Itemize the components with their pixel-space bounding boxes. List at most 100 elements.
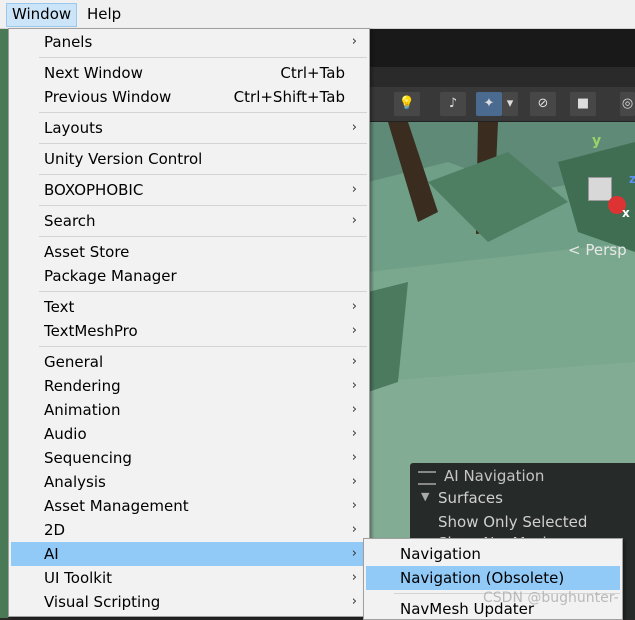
overlay-title: AI Navigation [444,467,545,485]
menu-item-label: Unity Version Control [44,150,203,168]
drag-handle-icon[interactable] [418,471,436,485]
menu-item-asset-store[interactable]: Asset Store [11,240,367,264]
menu-item-label: Panels [44,33,93,51]
menu-item-label: Layouts [44,119,103,137]
chevron-right-icon: › [351,120,357,135]
menu-item-label: BOXOPHOBIC [44,181,144,199]
menu-item-label: Asset Management [44,497,189,515]
menu-item-visual-scripting[interactable]: Visual Scripting › [11,590,367,614]
menu-item-label: Analysis [44,473,106,491]
menu-window[interactable]: Window [6,3,78,27]
menu-item-asset-management[interactable]: Asset Management › [11,494,367,518]
chevron-right-icon: › [351,546,357,561]
lighting-icon[interactable]: 💡 [394,92,420,116]
menu-item-label: 2D [44,521,66,539]
chevron-right-icon: › [351,299,357,314]
menu-item-label: Package Manager [44,267,177,285]
axis-x-label: x [622,206,630,220]
effects-icon[interactable]: ✦ [476,92,502,116]
menu-item-sequencing[interactable]: Sequencing › [11,446,367,470]
chevron-right-icon: › [351,522,357,537]
chevron-right-icon: › [351,570,357,585]
menu-item-label: Visual Scripting [44,593,161,611]
surfaces-label[interactable]: Surfaces [438,489,503,507]
submenu-item-label: Navigation (Obsolete) [400,569,565,587]
chevron-right-icon: › [351,182,357,197]
menu-item-shortcut: Ctrl+Shift+Tab [233,88,345,106]
menu-item-next-window[interactable]: Next Window Ctrl+Tab [11,61,367,85]
ai-submenu: Navigation Navigation (Obsolete) NavMesh U… [363,538,623,620]
submenu-item-navigation-obsolete[interactable]: Navigation (Obsolete) [366,566,620,590]
menu-item-label: Asset Store [44,243,130,261]
menu-item-boxophobic[interactable]: BOXOPHOBIC › [11,178,367,202]
collapse-icon[interactable]: ▼ [421,490,429,503]
chevron-right-icon: › [351,402,357,417]
menu-separator [39,291,367,292]
menu-item-label: Audio [44,425,87,443]
menu-item-text[interactable]: Text › [11,295,367,319]
menu-item-search[interactable]: Search › [11,209,367,233]
menu-item-package-manager[interactable]: Package Manager [11,264,367,288]
chevron-right-icon: › [351,378,357,393]
watermark: CSDN @bughunter- [483,590,619,606]
hidden-objects-icon[interactable]: ⊘ [530,92,556,116]
menu-item-rendering[interactable]: Rendering › [11,374,367,398]
persp-text: Persp [585,241,627,259]
chevron-right-icon: › [351,498,357,513]
menu-item-audio[interactable]: Audio › [11,422,367,446]
menu-item-textmeshpro[interactable]: TextMeshPro › [11,319,367,343]
menu-separator [39,205,367,206]
menu-item-analysis[interactable]: Analysis › [11,470,367,494]
chevron-down-icon[interactable]: ▾ [502,92,518,116]
axis-y-label: y [592,133,602,149]
window-menu: Panels › Next Window Ctrl+Tab Previous Windo… [8,28,370,617]
submenu-item-navigation[interactable]: Navigation [366,542,620,566]
menu-item-label: Next Window [44,64,143,82]
chevron-right-icon: › [351,34,357,49]
menu-bar: Window Help [0,0,635,29]
camera-icon[interactable]: ■ [570,92,596,116]
menu-separator [39,346,367,347]
chevron-right-icon: › [351,474,357,489]
left-panel-edge [0,29,8,618]
menu-item-layouts[interactable]: Layouts › [11,116,367,140]
menu-help[interactable]: Help [82,3,126,25]
menu-item-panels[interactable]: Panels › [11,30,367,54]
menu-item-label: Previous Window [44,88,172,106]
menu-item-2d[interactable]: 2D › [11,518,367,542]
menu-item-label: Sequencing [44,449,132,467]
menu-item-shortcut: Ctrl+Tab [280,64,345,82]
show-only-selected-toggle[interactable]: Show Only Selected [438,513,587,531]
menu-separator [39,143,367,144]
menu-separator [39,174,367,175]
chevron-right-icon: › [351,323,357,338]
menu-item-ai[interactable]: AI › [11,542,367,566]
menu-item-label: AI [44,545,59,563]
chevron-right-icon: › [351,426,357,441]
chevron-right-icon: › [351,213,357,228]
menu-item-label: UI Toolkit [44,569,113,587]
chevron-right-icon: › [351,450,357,465]
gizmos-icon[interactable]: ◎ [620,92,635,116]
menu-item-label: TextMeshPro [44,322,138,340]
menu-item-general[interactable]: General › [11,350,367,374]
perspective-label[interactable]: < Persp [568,241,627,259]
menu-item-label: Search [44,212,96,230]
scene-toolbar: 💡 ♪ ✦ ▾ ⊘ ■ ◎ [368,87,635,122]
audio-mute-icon[interactable]: ♪ [440,92,466,116]
menu-item-animation[interactable]: Animation › [11,398,367,422]
menu-item-label: Rendering [44,377,121,395]
orientation-gizmo-icon[interactable] [588,177,612,201]
menu-separator [39,112,367,113]
menu-item-label: Animation [44,401,121,419]
menu-item-unity-version-control[interactable]: Unity Version Control [11,147,367,171]
menu-item-label: Text [44,298,75,316]
main-toolbar: ▶ ❚❚ ▶| [368,29,635,67]
menu-separator [39,57,367,58]
menu-item-ui-toolkit[interactable]: UI Toolkit › [11,566,367,590]
menu-item-label: General [44,353,104,371]
chevron-right-icon: › [351,594,357,609]
submenu-item-label: Navigation [400,545,481,563]
axis-z-label: z [629,172,635,186]
menu-item-previous-window[interactable]: Previous Window Ctrl+Shift+Tab [11,85,367,109]
